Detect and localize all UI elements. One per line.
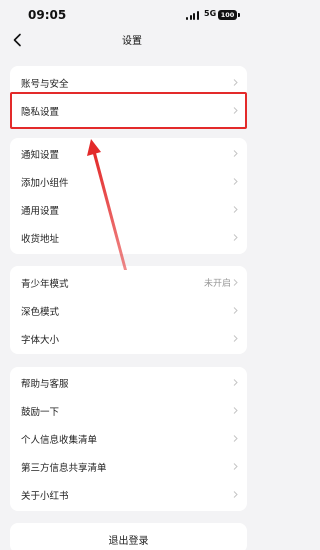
settings-item-label: 账号与安全 [21, 79, 69, 90]
battery-level: 100 [220, 11, 235, 19]
settings-item-general[interactable]: 通用设置 [10, 195, 247, 223]
settings-item-label: 第三方信息共享清单 [21, 463, 107, 474]
logout-button[interactable]: 退出登录 [10, 523, 247, 550]
chevron-right-icon [233, 79, 238, 86]
chevron-right-icon [233, 491, 238, 498]
chevron-right-icon [233, 279, 238, 286]
chevron-right-icon [233, 407, 238, 414]
chevron-right-icon [233, 150, 238, 157]
chevron-right-icon [233, 234, 238, 241]
network-label: 5G [204, 9, 217, 18]
chevron-right-icon [233, 178, 238, 185]
settings-group-general: 通知设置 添加小组件 通用设置 收货地址 [10, 138, 247, 254]
settings-item-label: 鼓励一下 [21, 407, 60, 418]
status-bar: 09:05 5G 100 [0, 0, 264, 30]
settings-item-personal-info-list[interactable]: 个人信息收集清单 [10, 424, 247, 452]
settings-group-about: 帮助与客服 鼓励一下 个人信息收集清单 第三方信息共享清单 关于小红书 [10, 367, 247, 511]
settings-item-dark-mode[interactable]: 深色模式 [10, 296, 247, 324]
chevron-right-icon [233, 435, 238, 442]
chevron-right-icon [233, 335, 238, 342]
settings-group-display: 青少年模式 未开启 深色模式 字体大小 [10, 266, 247, 354]
nav-bar: 设置 [0, 30, 264, 50]
battery-icon: 100 [218, 10, 240, 20]
logout-label: 退出登录 [108, 536, 149, 547]
page-title: 设置 [122, 36, 142, 47]
highlight-box [10, 92, 247, 129]
settings-item-label: 通知设置 [21, 150, 60, 161]
teen-mode-status: 未开启 [203, 279, 231, 289]
chevron-right-icon [233, 463, 238, 470]
settings-item-add-widget[interactable]: 添加小组件 [10, 167, 247, 195]
chevron-right-icon [233, 307, 238, 314]
settings-item-label: 个人信息收集清单 [21, 435, 98, 446]
settings-item-shipping-address[interactable]: 收货地址 [10, 223, 247, 251]
settings-item-label: 通用设置 [21, 206, 60, 217]
settings-item-teen-mode[interactable]: 青少年模式 未开启 [10, 268, 247, 296]
status-time: 09:05 [28, 8, 67, 22]
settings-item-label: 关于小红书 [21, 491, 69, 502]
settings-item-font-size[interactable]: 字体大小 [10, 324, 247, 352]
signal-icon [186, 11, 200, 20]
settings-item-label: 青少年模式 [21, 279, 69, 290]
settings-item-label: 帮助与客服 [21, 379, 69, 390]
chevron-right-icon [233, 206, 238, 213]
settings-item-label: 添加小组件 [21, 178, 69, 189]
settings-item-label: 收货地址 [21, 234, 60, 245]
settings-item-encourage[interactable]: 鼓励一下 [10, 396, 247, 424]
settings-item-about[interactable]: 关于小红书 [10, 480, 247, 508]
settings-item-help[interactable]: 帮助与客服 [10, 368, 247, 396]
settings-item-notifications[interactable]: 通知设置 [10, 139, 247, 167]
settings-item-label: 字体大小 [21, 335, 60, 346]
chevron-right-icon [233, 379, 238, 386]
settings-item-label: 深色模式 [21, 307, 60, 318]
settings-item-third-party-sharing[interactable]: 第三方信息共享清单 [10, 452, 247, 480]
